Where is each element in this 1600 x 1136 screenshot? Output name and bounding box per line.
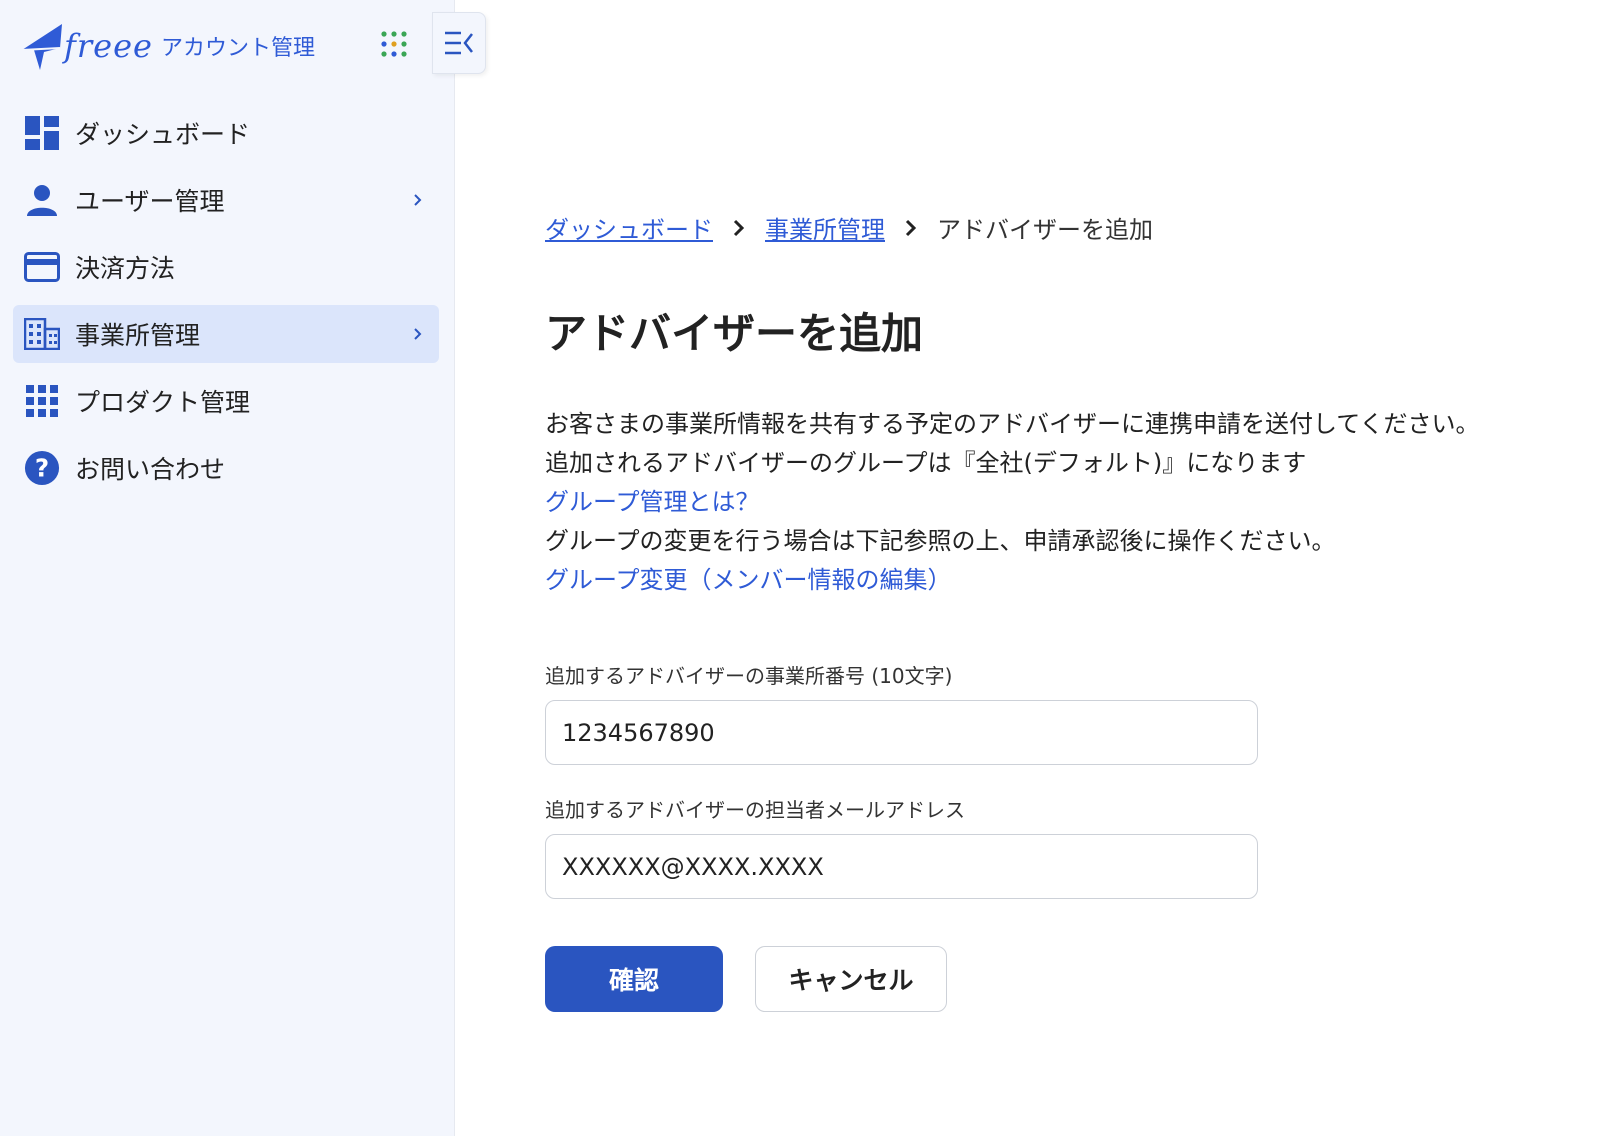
group-management-help-link[interactable]: グループ管理とは？ <box>545 483 1480 522</box>
sidebar-item-office-management[interactable]: 事業所管理 <box>13 305 439 363</box>
credit-card-icon <box>24 249 60 285</box>
breadcrumb: ダッシュボード 事業所管理 アドバイザーを追加 <box>545 210 1153 245</box>
email-label: 追加するアドバイザーの担当者メールアドレス <box>545 798 965 822</box>
sidebar-item-user-management[interactable]: ユーザー管理 <box>13 171 439 229</box>
dashboard-icon <box>24 115 60 151</box>
sidebar-item-label: ダッシュボード <box>75 120 251 149</box>
sidebar-item-label: 決済方法 <box>75 254 176 283</box>
chevron-right-icon <box>414 194 422 206</box>
logo-subtitle: アカウント管理 <box>160 36 315 61</box>
collapse-menu-icon <box>445 31 473 55</box>
sidebar-item-label: プロダクト管理 <box>75 388 251 417</box>
user-icon <box>24 182 60 218</box>
app-logo[interactable]: freee アカウント管理 <box>20 16 315 76</box>
svg-text:?: ? <box>35 454 49 483</box>
page-title: アドバイザーを追加 <box>545 309 924 358</box>
sidebar-nav: ダッシュボード ユーザー管理 決済方法 事業所管理 プロダクト管理 ? お問い合… <box>13 104 439 506</box>
sidebar-item-dashboard[interactable]: ダッシュボード <box>13 104 439 162</box>
confirm-button[interactable]: 確認 <box>545 946 723 1012</box>
description: お客さまの事業所情報を共有する予定のアドバイザーに連携申請を送付してください。 … <box>545 405 1480 600</box>
sidebar-item-contact[interactable]: ? お問い合わせ <box>13 439 439 497</box>
description-text: お客さまの事業所情報を共有する予定のアドバイザーに連携申請を送付してください。 <box>545 410 1480 438</box>
chevron-right-icon <box>733 219 745 236</box>
grid-icon <box>24 383 60 419</box>
description-text: 追加されるアドバイザーのグループは『全社(デフォルト)』になります <box>545 449 1307 477</box>
group-change-link[interactable]: グループ変更（メンバー情報の編集） <box>545 561 1480 600</box>
sidebar-item-label: 事業所管理 <box>75 321 201 350</box>
building-icon <box>24 316 60 352</box>
breadcrumb-link-dashboard[interactable]: ダッシュボード <box>545 210 713 245</box>
breadcrumb-current: アドバイザーを追加 <box>937 216 1153 244</box>
chevron-right-icon <box>414 328 422 340</box>
email-input[interactable] <box>545 834 1258 899</box>
sidebar-item-product-management[interactable]: プロダクト管理 <box>13 372 439 430</box>
sidebar-item-label: ユーザー管理 <box>75 187 225 216</box>
freee-bird-logo-icon <box>21 24 62 70</box>
sidebar: freee アカウント管理 ダッシュボード ユーザー管理 決済方法 事業所管理 … <box>0 0 455 1136</box>
office-number-input[interactable] <box>545 700 1258 765</box>
grid-dots-icon[interactable] <box>380 30 408 58</box>
breadcrumb-link-office-management[interactable]: 事業所管理 <box>765 210 885 245</box>
collapse-sidebar-button[interactable] <box>432 12 486 74</box>
help-icon: ? <box>24 450 60 486</box>
description-text: グループの変更を行う場合は下記参照の上、申請承認後に操作ください。 <box>545 527 1336 555</box>
office-number-label: 追加するアドバイザーの事業所番号 (10文字) <box>545 664 953 688</box>
logo-text: freee <box>64 27 153 65</box>
sidebar-item-payment[interactable]: 決済方法 <box>13 238 439 296</box>
sidebar-item-label: お問い合わせ <box>75 455 226 484</box>
chevron-right-icon <box>905 219 917 236</box>
cancel-button[interactable]: キャンセル <box>755 946 947 1012</box>
